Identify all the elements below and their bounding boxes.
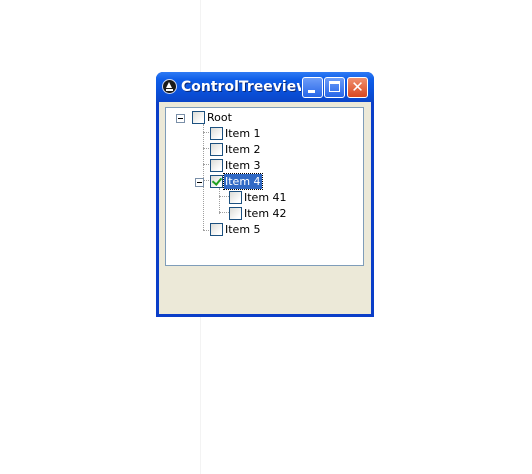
tree-line-root [203,124,204,230]
item-2-label[interactable]: Item 2 [224,142,262,157]
item-4-checkbox[interactable] [210,175,223,188]
tree-line-item41 [219,196,229,197]
app-icon[interactable] [162,79,177,94]
root-label[interactable]: Root [206,110,233,125]
item-1-checkbox[interactable] [210,127,223,140]
maximize-button[interactable] [324,77,345,98]
tree-line-item4-children [219,188,220,214]
item-4-label[interactable]: Item 4 [223,173,263,190]
window-title: ControlTreeview... [181,79,301,95]
close-button[interactable]: ✕ [347,77,368,98]
root-checkbox[interactable] [192,111,205,124]
item-3-checkbox[interactable] [210,159,223,172]
root-collapse-icon[interactable] [176,114,185,123]
minimize-button[interactable] [302,77,323,98]
app-window: ControlTreeview... ✕ Root [156,72,374,317]
window-client-area: Root Item 1 Item 2 Item 3 Item 4 Item 41… [159,102,371,314]
item-42-checkbox[interactable] [229,207,242,220]
item-1-label[interactable]: Item 1 [224,126,262,141]
title-bar[interactable]: ControlTreeview... ✕ [156,72,374,102]
treeview[interactable]: Root Item 1 Item 2 Item 3 Item 4 Item 41… [165,107,364,266]
item-5-checkbox[interactable] [210,223,223,236]
item-5-label[interactable]: Item 5 [224,222,262,237]
item-3-label[interactable]: Item 3 [224,158,262,173]
item-42-label[interactable]: Item 42 [243,206,288,221]
item-41-checkbox[interactable] [229,191,242,204]
close-icon: ✕ [351,78,364,96]
item-4-collapse-icon[interactable] [195,178,204,187]
item-2-checkbox[interactable] [210,143,223,156]
item-41-label[interactable]: Item 41 [243,190,288,205]
tree-line-item42 [219,212,229,213]
